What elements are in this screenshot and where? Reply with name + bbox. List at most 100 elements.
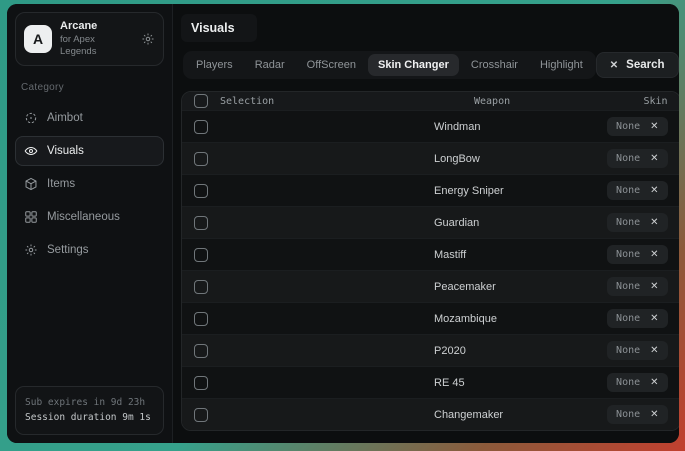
weapon-name: Guardian	[334, 217, 607, 229]
skin-value: None	[616, 281, 640, 292]
logo-card: A Arcane for Apex Legends	[15, 12, 164, 66]
row-checkbox[interactable]	[194, 152, 208, 166]
tab-skin-changer[interactable]: Skin Changer	[368, 54, 459, 76]
skin-header: Skin	[643, 96, 667, 107]
app-title: Arcane	[60, 20, 133, 34]
tab-crosshair[interactable]: Crosshair	[461, 54, 528, 76]
weapon-name: Windman	[334, 121, 607, 133]
sub-expiry-text: Sub expires in 9d 23h	[25, 395, 154, 411]
search-button-label: Search	[626, 59, 664, 71]
clear-skin-icon[interactable]: ✕	[650, 153, 658, 164]
screenshot-frame: A Arcane for Apex Legends Category Aimbo…	[0, 0, 685, 451]
skin-value: None	[616, 377, 640, 388]
tab-radar[interactable]: Radar	[245, 54, 295, 76]
tab-players[interactable]: Players	[186, 54, 243, 76]
weapon-name: Peacemaker	[334, 281, 607, 293]
weapon-name: Mastiff	[334, 249, 607, 261]
clear-skin-icon[interactable]: ✕	[650, 281, 658, 292]
eye-icon	[24, 144, 38, 158]
tab-offscreen[interactable]: OffScreen	[297, 54, 366, 76]
skin-select[interactable]: None ✕	[607, 245, 667, 264]
clear-skin-icon[interactable]: ✕	[650, 185, 658, 196]
app-window: A Arcane for Apex Legends Category Aimbo…	[7, 4, 679, 443]
skin-select[interactable]: None ✕	[607, 149, 667, 168]
skin-value: None	[616, 249, 640, 260]
sidebar-item-aimbot[interactable]: Aimbot	[15, 103, 164, 133]
crosshair-icon	[24, 111, 38, 125]
sidebar-item-label: Aimbot	[47, 112, 83, 124]
app-logo: A	[24, 25, 52, 53]
table-row: Guardian None ✕	[182, 206, 679, 238]
table-row: Changemaker None ✕	[182, 398, 679, 430]
clear-skin-icon[interactable]: ✕	[650, 249, 658, 260]
tab-group: PlayersRadarOffScreenSkin ChangerCrossha…	[183, 51, 596, 79]
row-checkbox[interactable]	[194, 408, 208, 422]
clear-skin-icon[interactable]: ✕	[650, 377, 658, 388]
row-checkbox[interactable]	[194, 280, 208, 294]
search-button[interactable]: ✕ Search	[596, 52, 679, 78]
skin-select[interactable]: None ✕	[607, 373, 667, 392]
table-header-row: Selection Weapon Skin	[182, 92, 679, 110]
skin-select[interactable]: None ✕	[607, 341, 667, 360]
clear-skin-icon[interactable]: ✕	[650, 345, 658, 356]
skin-select[interactable]: None ✕	[607, 181, 667, 200]
close-icon: ✕	[610, 60, 618, 71]
weapon-table: Selection Weapon Skin Windman None ✕ Lon…	[181, 91, 679, 431]
row-checkbox[interactable]	[194, 120, 208, 134]
table-body: Windman None ✕ LongBow None ✕ Energy Sni…	[182, 110, 679, 430]
select-all-checkbox[interactable]	[194, 94, 208, 108]
clear-skin-icon[interactable]: ✕	[650, 313, 658, 324]
skin-value: None	[616, 153, 640, 164]
sidebar-item-visuals[interactable]: Visuals	[15, 136, 164, 166]
row-checkbox[interactable]	[194, 376, 208, 390]
row-checkbox[interactable]	[194, 248, 208, 262]
skin-select[interactable]: None ✕	[607, 117, 667, 136]
weapon-name: Energy Sniper	[334, 185, 607, 197]
page-title: Visuals	[181, 14, 257, 42]
sidebar: A Arcane for Apex Legends Category Aimbo…	[7, 4, 173, 443]
category-label: Category	[21, 82, 158, 93]
clear-skin-icon[interactable]: ✕	[650, 217, 658, 228]
weapon-name: P2020	[334, 345, 607, 357]
weapon-name: Mozambique	[334, 313, 607, 325]
gear-icon	[24, 243, 38, 257]
weapon-header: Weapon	[334, 96, 643, 107]
skin-select[interactable]: None ✕	[607, 213, 667, 232]
table-row: Mastiff None ✕	[182, 238, 679, 270]
skin-value: None	[616, 345, 640, 356]
table-row: P2020 None ✕	[182, 334, 679, 366]
grid-icon	[24, 210, 38, 224]
sidebar-item-label: Visuals	[47, 145, 84, 157]
skin-select[interactable]: None ✕	[607, 309, 667, 328]
weapon-name: LongBow	[334, 153, 607, 165]
row-checkbox[interactable]	[194, 312, 208, 326]
app-subtitle: for Apex Legends	[60, 34, 133, 58]
sidebar-item-label: Settings	[47, 244, 89, 256]
skin-value: None	[616, 313, 640, 324]
sidebar-nav: Aimbot Visuals Items Miscellaneous Setti…	[15, 103, 164, 265]
sidebar-item-items[interactable]: Items	[15, 169, 164, 199]
table-row: RE 45 None ✕	[182, 366, 679, 398]
table-row: Energy Sniper None ✕	[182, 174, 679, 206]
skin-value: None	[616, 217, 640, 228]
sidebar-item-settings[interactable]: Settings	[15, 235, 164, 265]
gear-icon[interactable]	[141, 32, 155, 46]
session-duration-text: Session duration 9m 1s	[25, 410, 154, 426]
row-checkbox[interactable]	[194, 344, 208, 358]
clear-skin-icon[interactable]: ✕	[650, 121, 658, 132]
table-row: LongBow None ✕	[182, 142, 679, 174]
main-panel: Visuals PlayersRadarOffScreenSkin Change…	[173, 4, 679, 443]
clear-skin-icon[interactable]: ✕	[650, 409, 658, 420]
tab-highlight[interactable]: Highlight	[530, 54, 593, 76]
weapon-name: Changemaker	[334, 409, 607, 421]
weapon-name: RE 45	[334, 377, 607, 389]
cube-icon	[24, 177, 38, 191]
row-checkbox[interactable]	[194, 184, 208, 198]
row-checkbox[interactable]	[194, 216, 208, 230]
skin-select[interactable]: None ✕	[607, 277, 667, 296]
skin-value: None	[616, 185, 640, 196]
sidebar-item-miscellaneous[interactable]: Miscellaneous	[15, 202, 164, 232]
skin-select[interactable]: None ✕	[607, 405, 667, 424]
sidebar-item-label: Items	[47, 178, 75, 190]
tabs-row: PlayersRadarOffScreenSkin ChangerCrossha…	[183, 51, 679, 79]
